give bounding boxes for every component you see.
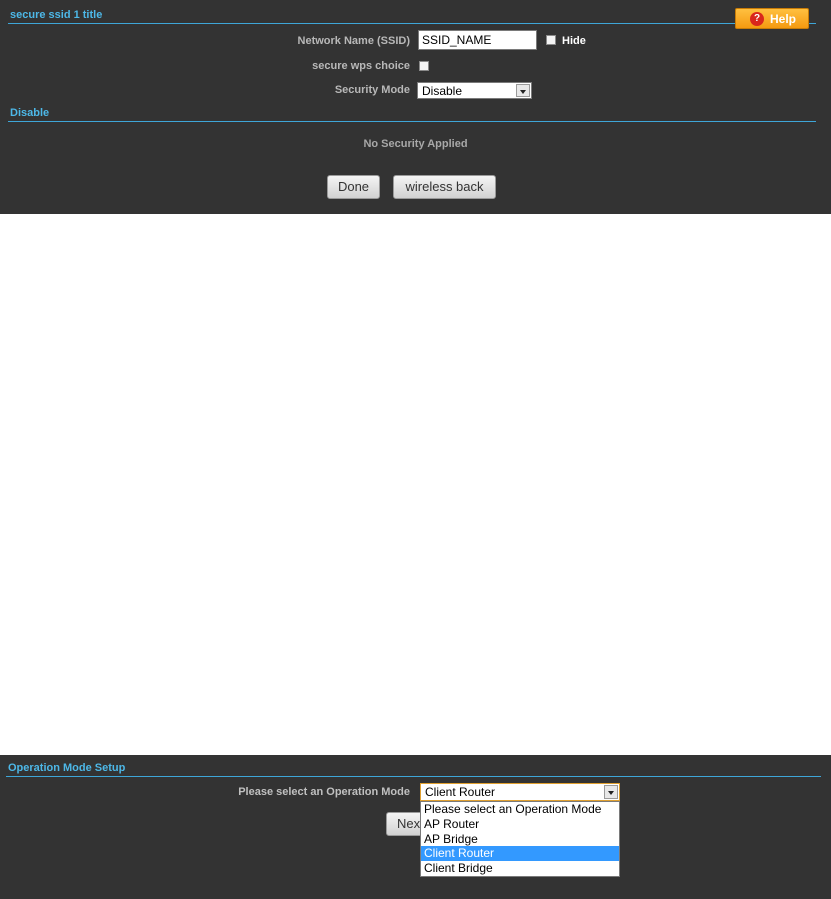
operation-mode-panel: Operation Mode Setup Please select an Op… [0, 755, 831, 899]
section-title-disable: Disable [10, 107, 50, 119]
dropdown-option[interactable]: AP Router [421, 817, 619, 832]
section-divider [8, 23, 816, 24]
question-mark-icon: ? [750, 12, 764, 26]
chevron-down-icon[interactable] [516, 84, 530, 97]
op-mode-value: Client Router [425, 785, 496, 799]
done-button[interactable]: Done [327, 175, 380, 199]
help-button[interactable]: ? Help [735, 8, 809, 29]
ssid-input[interactable]: SSID_NAME [418, 30, 537, 50]
ssid-label: Network Name (SSID) [297, 35, 410, 47]
hide-checkbox[interactable] [546, 35, 556, 45]
security-mode-select[interactable]: Disable [417, 82, 532, 99]
dropdown-option-selected[interactable]: Client Router [421, 846, 619, 862]
help-label: Help [770, 12, 797, 26]
op-mode-label: Please select an Operation Mode [238, 786, 410, 798]
section-title-secure-ssid: secure ssid 1 title [10, 9, 103, 21]
wps-checkbox[interactable] [419, 61, 429, 71]
section-title-operation-mode: Operation Mode Setup [8, 762, 126, 774]
security-mode-value: Disable [422, 84, 463, 98]
dropdown-option[interactable]: Please select an Operation Mode [421, 802, 619, 817]
wps-label: secure wps choice [312, 60, 410, 72]
op-mode-dropdown-list[interactable]: Please select an Operation Mode AP Route… [420, 801, 620, 877]
chevron-down-icon[interactable] [604, 785, 618, 799]
op-mode-select[interactable]: Client Router [420, 783, 620, 801]
dropdown-option[interactable]: Client Bridge [421, 861, 619, 876]
section-divider [6, 776, 821, 777]
wireless-back-button[interactable]: wireless back [393, 175, 496, 199]
hide-label: Hide [562, 35, 586, 47]
no-security-text: No Security Applied [363, 138, 468, 150]
wireless-security-panel: secure ssid 1 title ? Help Network Name … [0, 0, 831, 214]
security-mode-label: Security Mode [334, 84, 410, 96]
dropdown-option[interactable]: AP Bridge [421, 832, 619, 847]
section-divider [8, 121, 816, 122]
